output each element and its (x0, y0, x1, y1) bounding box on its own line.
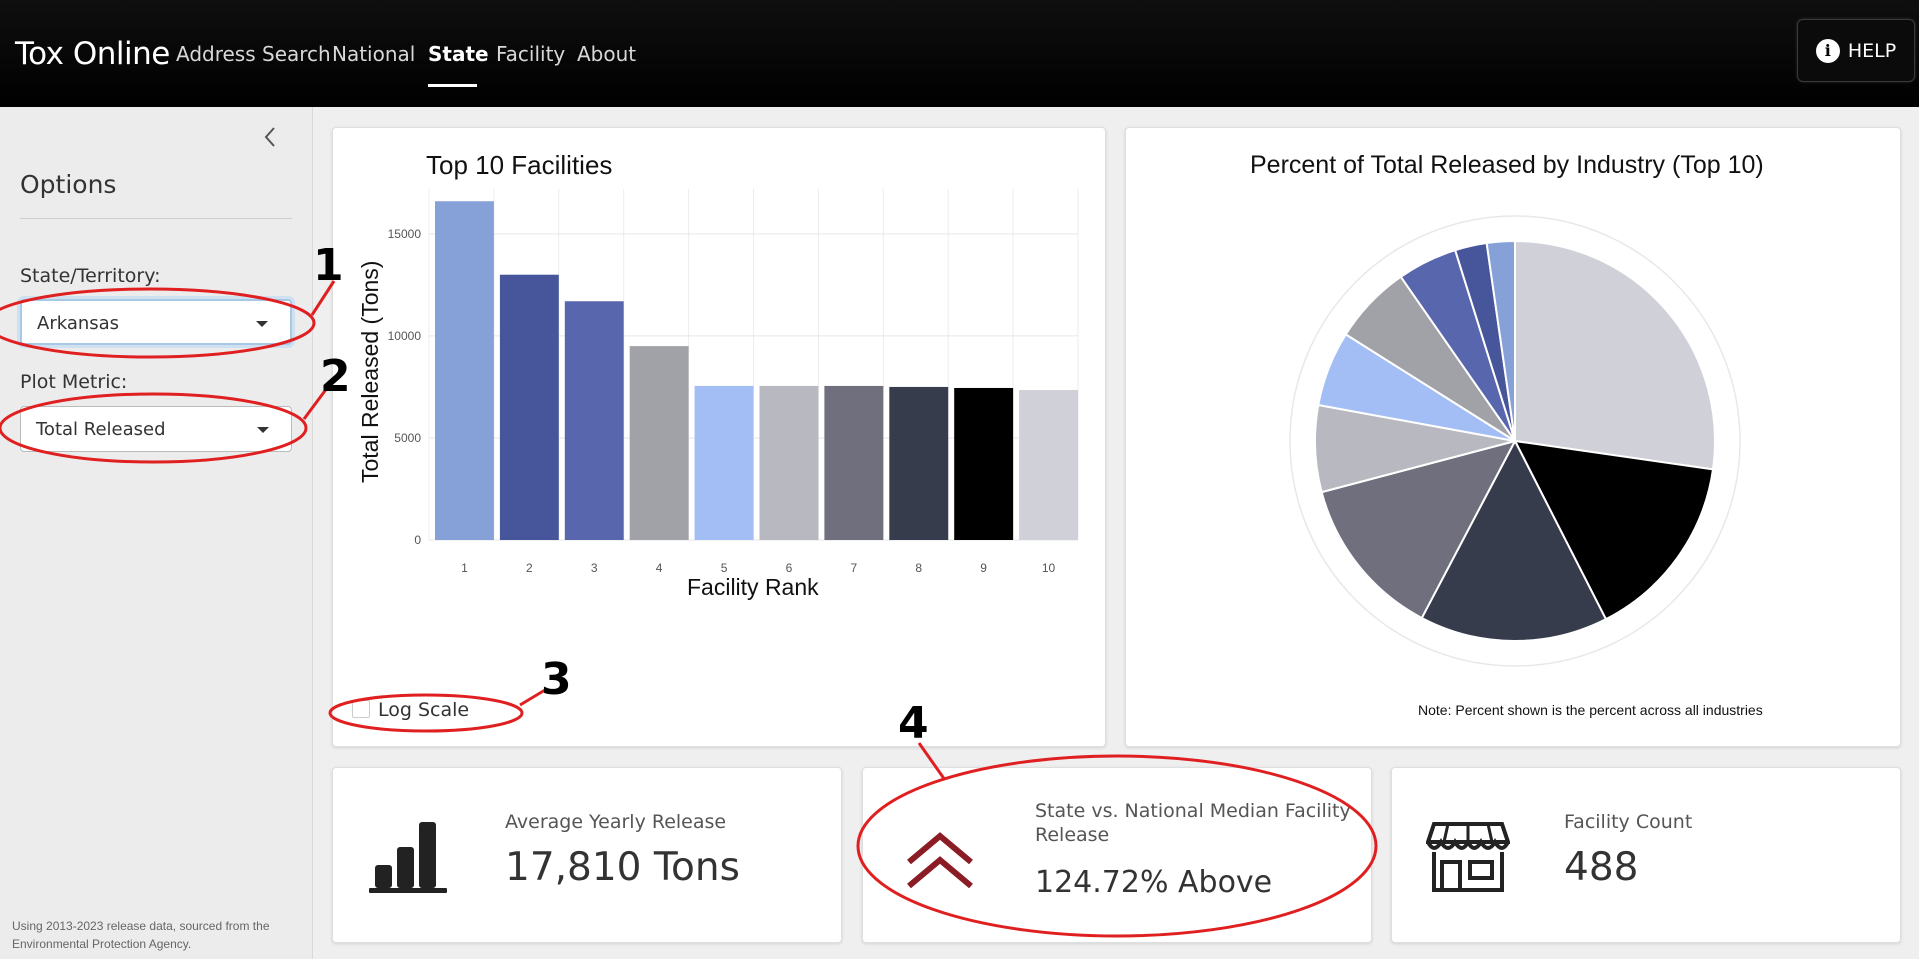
pie-chart-title: Percent of Total Released by Industry (T… (1250, 151, 1764, 179)
app-brand[interactable]: Tox Online (15, 36, 170, 72)
log-scale-checkbox[interactable] (352, 700, 370, 718)
metric-label: Plot Metric: (20, 371, 128, 393)
chevron-left-icon[interactable] (263, 125, 277, 156)
help-button[interactable]: i HELP (1797, 19, 1915, 82)
metric-select-value: Total Released (36, 419, 166, 440)
average-release-label: Average Yearly Release (505, 811, 727, 833)
chevron-down-icon (256, 321, 268, 327)
facility-count-value: 488 (1564, 845, 1639, 890)
pie-chart-note: Note: Percent shown is the percent acros… (1418, 702, 1763, 718)
bar-chart-icon (369, 822, 447, 893)
chevron-down-icon (257, 427, 269, 433)
top-navbar: Tox Online Address Search National State… (0, 0, 1919, 107)
options-sidebar: Options State/Territory: Arkansas Plot M… (0, 107, 313, 959)
bar-chart-ylabel: Total Released (Tons) (357, 260, 383, 483)
log-scale-label[interactable]: Log Scale (378, 699, 469, 721)
info-icon: i (1815, 38, 1840, 63)
metric-select[interactable]: Total Released (20, 406, 292, 452)
pie-chart-card (1125, 127, 1901, 747)
help-label: HELP (1847, 39, 1897, 62)
bar-chart-title: Top 10 Facilities (426, 150, 613, 180)
storefront-icon (1426, 822, 1510, 892)
annotation-number-4: 4 (898, 698, 929, 749)
nav-about[interactable]: About (577, 42, 636, 66)
state-select[interactable]: Arkansas (20, 299, 292, 345)
active-nav-indicator (428, 84, 477, 87)
median-comparison-label: State vs. National Median Facility Relea… (1035, 800, 1351, 846)
nav-facility[interactable]: Facility (496, 42, 565, 66)
stat-card-median-comparison (862, 767, 1372, 943)
state-select-value: Arkansas (37, 313, 120, 334)
facility-count-label: Facility Count (1564, 811, 1693, 833)
stat-card-facility-count (1391, 767, 1901, 943)
annotation-number-2: 2 (320, 351, 351, 402)
nav-national[interactable]: National (332, 42, 415, 66)
double-chevron-up-icon (907, 832, 973, 889)
bar-chart-xlabel: Facility Rank (687, 574, 819, 600)
options-title: Options (20, 170, 117, 199)
options-divider (20, 218, 292, 219)
annotation-number-1: 1 (313, 240, 344, 291)
state-label: State/Territory: (20, 265, 161, 287)
average-release-value: 17,810 Tons (505, 845, 740, 890)
data-source-footnote: Using 2013-2023 release data, sourced fr… (12, 919, 270, 951)
nav-address-search[interactable]: Address Search (176, 42, 331, 66)
bar-chart-card (332, 127, 1106, 747)
median-comparison-value: 124.72% Above (1035, 865, 1273, 900)
nav-state[interactable]: State (428, 42, 489, 66)
annotation-number-3: 3 (541, 654, 572, 705)
